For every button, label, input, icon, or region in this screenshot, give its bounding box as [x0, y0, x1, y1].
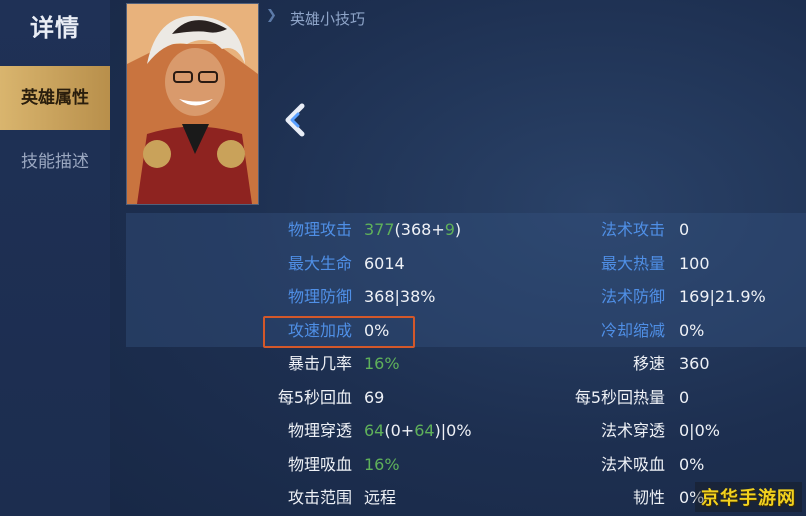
highlight-frame: [263, 316, 415, 348]
stat-value-part: 16%: [364, 454, 400, 474]
stat-row: 攻速加成 0% 冷却缩减 0%: [126, 313, 806, 347]
stat-label: 最大热量: [600, 253, 665, 273]
stat-value: 377(368+9): [364, 213, 461, 247]
stat-value-part: 69: [364, 387, 385, 407]
stat-label: 暴击几率: [287, 354, 352, 373]
stat-row: 物理吸血 16% 法术吸血 0%: [126, 448, 806, 482]
stat-row: 物理攻击 377(368+9) 法术攻击 0: [126, 213, 806, 247]
stat-value-part: 377: [364, 220, 395, 239]
stat-row: 物理穿透 64(0+64)|0% 法术穿透 0|0%: [126, 414, 806, 448]
stat-value: 0|0%: [679, 421, 720, 440]
stat-value-part: 368|38%: [364, 287, 436, 306]
sidebar: 详情 英雄属性 技能描述: [0, 0, 111, 516]
stat-value-part: (0+: [384, 421, 415, 440]
stat-label: 移速: [632, 354, 665, 373]
stat-label: 物理防御: [287, 287, 352, 306]
stat-label: 韧性: [632, 488, 665, 507]
stat-value: 0%: [679, 454, 705, 474]
stat-label: 每5秒回血: [277, 387, 352, 407]
stat-value: 0: [679, 220, 690, 239]
stat-value-part: 远程: [364, 488, 397, 507]
stat-label: 每5秒回热量: [574, 387, 665, 407]
stat-row: 最大生命 6014 最大热量 100: [126, 246, 806, 281]
tab-hero-attributes[interactable]: 英雄属性: [0, 66, 110, 130]
stat-label: 法术防御: [600, 287, 665, 306]
stat-value-part: (368+: [394, 220, 445, 239]
hero-portrait-art: [127, 4, 258, 204]
stat-row: 物理防御 368|38% 法术防御 169|21.9%: [126, 280, 806, 314]
stat-label: 攻击范围: [287, 488, 352, 507]
stat-row: 每5秒回血 69 每5秒回热量 0: [126, 381, 806, 415]
stat-row: 暴击几率 16% 移速 360: [126, 347, 806, 381]
stat-value-part: 64: [414, 421, 435, 440]
main-panel: ❯ 英雄小技巧 物理攻击 377(368+9) 法术攻击 0 最大生命 6014 最大热量 1…: [110, 0, 806, 516]
stat-label: 冷却缩减: [600, 320, 665, 340]
stat-value-part: 9: [444, 220, 455, 239]
stat-label: 法术吸血: [600, 454, 665, 474]
stat-value: 360: [679, 354, 710, 373]
stat-value: 6014: [364, 247, 405, 281]
stat-label: 最大生命: [287, 253, 352, 273]
stat-value: 100: [679, 253, 710, 273]
tips-label: 英雄小技巧: [290, 10, 366, 28]
watermark: 京华手游网: [695, 482, 802, 512]
stat-value: 169|21.9%: [679, 287, 766, 306]
tips-header[interactable]: ❯ 英雄小技巧: [266, 4, 566, 30]
stat-label: 物理吸血: [287, 454, 352, 474]
stat-value-part: )|0%: [434, 421, 472, 440]
stat-value: 64(0+64)|0%: [364, 414, 472, 448]
stats-table: 物理攻击 377(368+9) 法术攻击 0 最大生命 6014 最大热量 100 物理防御 36…: [126, 213, 806, 515]
stat-value: 69: [364, 381, 384, 415]
hero-portrait: [126, 3, 259, 205]
stat-value-part: 6014: [364, 253, 405, 273]
stat-label: 法术穿透: [600, 421, 665, 440]
stat-label: 物理攻击: [287, 220, 352, 239]
stat-value: 0: [679, 387, 690, 407]
stat-value-part: ): [454, 220, 462, 239]
stat-value: 368|38%: [364, 280, 436, 314]
stat-value: 0%: [679, 320, 705, 340]
stat-label: 物理穿透: [287, 421, 352, 440]
stat-value-part: 16%: [364, 354, 400, 373]
back-arrow-icon[interactable]: [280, 100, 310, 140]
stat-value: 16%: [364, 347, 400, 381]
stat-value-part: 64: [364, 421, 385, 440]
tips-chevron-icon: ❯: [266, 8, 277, 23]
tab-skill-description[interactable]: 技能描述: [0, 130, 110, 194]
stat-label: 法术攻击: [600, 220, 665, 239]
sidebar-title: 详情: [30, 14, 80, 42]
stat-value: 远程: [364, 481, 396, 515]
stat-value: 16%: [364, 448, 400, 482]
